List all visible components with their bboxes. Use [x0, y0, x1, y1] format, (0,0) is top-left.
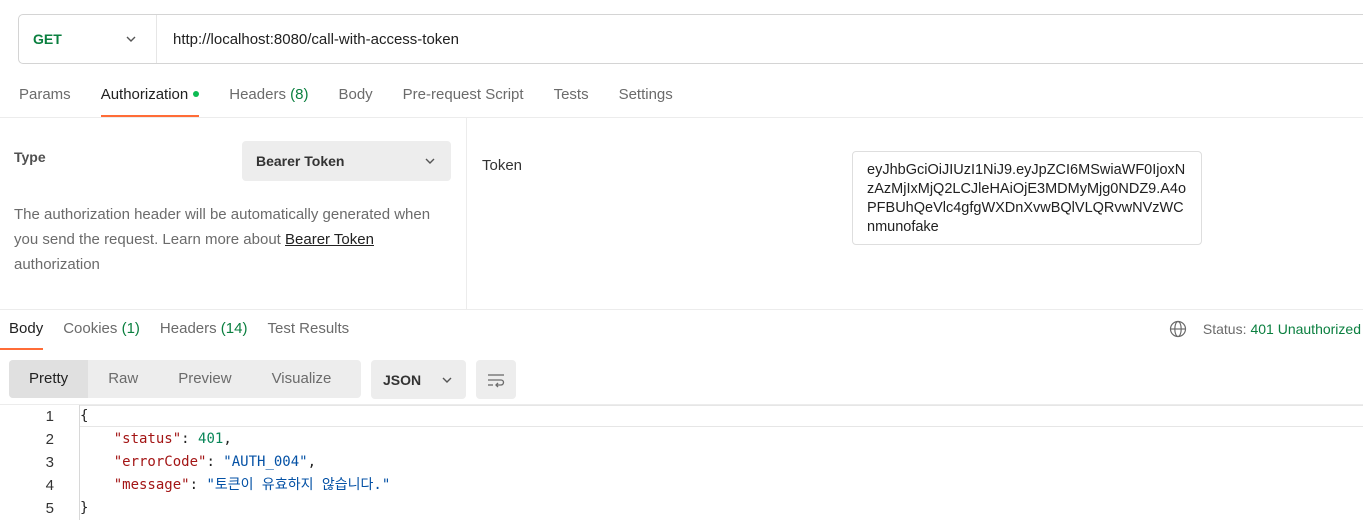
response-tab-cookies-count: (1): [121, 320, 140, 337]
format-select[interactable]: JSON: [371, 360, 466, 399]
view-visualize-button[interactable]: Visualize: [252, 360, 352, 398]
line-number: 5: [45, 500, 54, 517]
tab-authorization[interactable]: Authorization: [100, 80, 200, 117]
line-number: 1: [45, 408, 54, 425]
response-tab-cookies[interactable]: Cookies (1): [63, 314, 140, 350]
tab-pre-request-script-label: Pre-request Script: [402, 86, 524, 103]
view-pretty-button[interactable]: Pretty: [9, 360, 89, 398]
json-key: "status": [113, 431, 182, 447]
chevron-down-icon: [425, 158, 435, 164]
tab-tests[interactable]: Tests: [554, 80, 589, 117]
tab-authorization-label: Authorization: [100, 86, 189, 103]
response-tab-headers-count: (14): [220, 320, 248, 337]
view-raw-button[interactable]: Raw: [88, 360, 158, 398]
code-text: {: [80, 408, 89, 424]
bearer-token-link[interactable]: Bearer Token: [285, 231, 374, 248]
response-tab-headers[interactable]: Headers (14): [160, 314, 248, 350]
auth-type-panel: Type Bearer Token The authorization head…: [0, 118, 467, 309]
line-number: 3: [45, 454, 54, 471]
status-label: Status:: [1202, 321, 1247, 337]
json-value: 401: [198, 431, 224, 447]
response-status: Status: 401 Unauthorized: [1169, 320, 1361, 338]
json-key: "errorCode": [113, 454, 207, 470]
code-line: 4 "message": "토큰이 유효하지 않습니다.": [0, 474, 1363, 497]
method-label: GET: [33, 31, 62, 47]
tab-settings[interactable]: Settings: [619, 80, 673, 117]
token-input[interactable]: eyJhbGciOiJIUzI1NiJ9.eyJpZCI6MSwiaWF0Ijo…: [852, 151, 1202, 245]
json-value: "토큰이 유효하지 않습니다.": [206, 477, 391, 493]
wrap-lines-icon: [488, 373, 505, 387]
tab-pre-request-script[interactable]: Pre-request Script: [403, 80, 524, 117]
status-value: 401 Unauthorized: [1250, 321, 1361, 337]
response-body-code[interactable]: 1 { 2 "status": 401, 3 "errorCode": "AUT…: [0, 405, 1363, 520]
request-url-bar: GET http://localhost:8080/call-with-acce…: [18, 14, 1363, 64]
code-line: 5 }: [0, 497, 1363, 520]
active-dot-icon: [193, 91, 200, 97]
response-tab-test-results-label: Test Results: [267, 320, 350, 337]
tab-body-label: Body: [338, 86, 373, 103]
auth-description: The authorization header will be automat…: [14, 202, 454, 277]
tab-headers-label: Headers: [229, 86, 286, 103]
response-tab-headers-label: Headers: [159, 320, 217, 337]
code-line: 2 "status": 401,: [0, 428, 1363, 451]
line-number: 2: [45, 431, 54, 448]
tab-body[interactable]: Body: [338, 80, 372, 117]
tab-headers-count: (8): [290, 86, 309, 103]
response-tab-body-label: Body: [9, 320, 44, 337]
format-value: JSON: [383, 371, 422, 388]
response-divider: [0, 309, 1363, 310]
tab-params-label: Params: [19, 86, 71, 103]
response-tabs: Body Cookies (1) Headers (14) Test Resul…: [0, 314, 369, 350]
line-number: 4: [45, 477, 54, 494]
auth-type-label: Type: [14, 149, 46, 165]
code-line: 1 {: [0, 405, 1363, 428]
response-tab-cookies-label: Cookies: [63, 320, 118, 337]
json-comma: ,: [223, 431, 232, 447]
chevron-down-icon: [442, 377, 452, 383]
code-line: 3 "errorCode": "AUTH_004",: [0, 451, 1363, 474]
token-label: Token: [482, 157, 523, 174]
tab-tests-label: Tests: [553, 86, 589, 103]
request-tabs: Params Authorization Headers (8) Body Pr…: [0, 80, 703, 117]
wrap-lines-button[interactable]: [476, 360, 516, 399]
code-text: }: [80, 500, 89, 516]
auth-type-value: Bearer Token: [256, 153, 345, 169]
tab-params[interactable]: Params: [0, 80, 71, 117]
url-input[interactable]: http://localhost:8080/call-with-access-t…: [157, 31, 459, 48]
response-tab-body[interactable]: Body: [0, 314, 44, 350]
response-tab-test-results[interactable]: Test Results: [267, 314, 349, 350]
tab-headers[interactable]: Headers (8): [229, 80, 308, 117]
json-value: "AUTH_004": [223, 454, 308, 470]
globe-icon[interactable]: [1169, 320, 1187, 338]
json-key: "message": [113, 477, 190, 493]
json-comma: ,: [307, 454, 317, 470]
method-select[interactable]: GET: [19, 15, 157, 63]
chevron-down-icon: [126, 36, 136, 42]
auth-description-suffix: authorization: [14, 256, 100, 273]
auth-type-select[interactable]: Bearer Token: [242, 141, 451, 181]
view-mode-segment: Pretty Raw Preview Visualize: [9, 360, 361, 398]
view-preview-button[interactable]: Preview: [158, 360, 251, 398]
tab-settings-label: Settings: [618, 86, 673, 103]
